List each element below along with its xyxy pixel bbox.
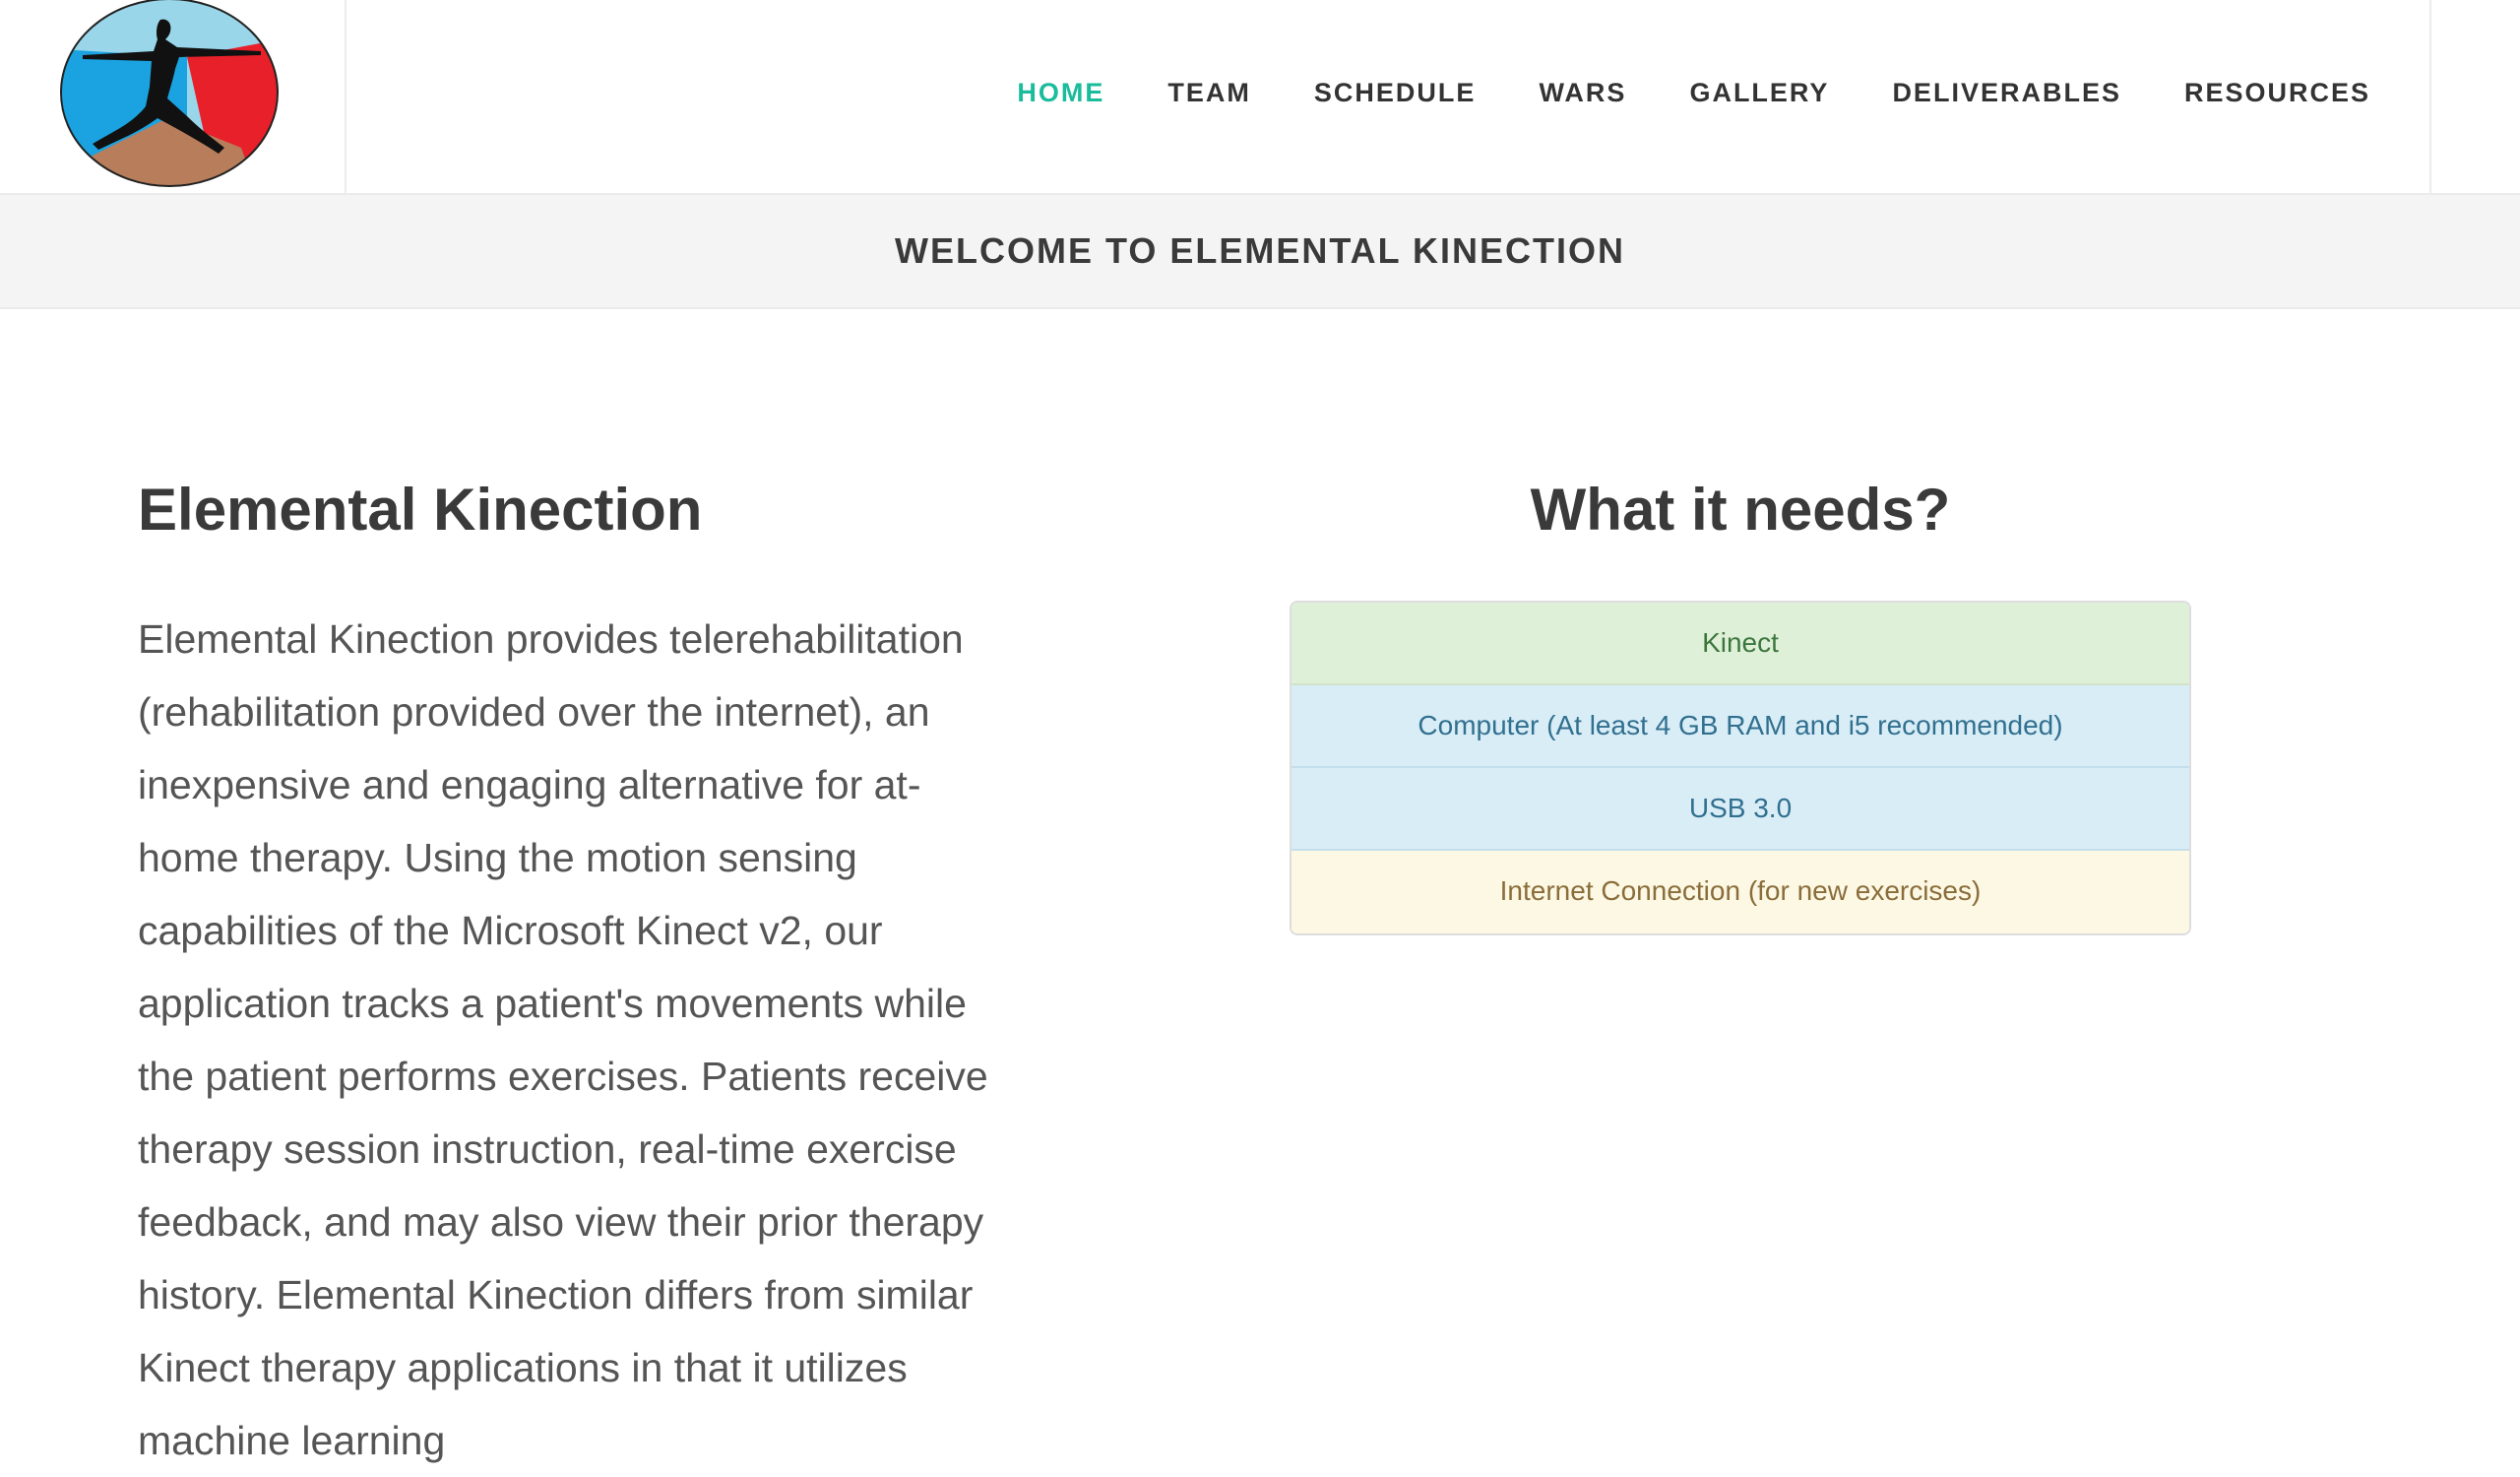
nav-item-resources[interactable]: RESOURCES xyxy=(2184,71,2370,114)
welcome-title: WELCOME TO ELEMENTAL KINECTION xyxy=(895,230,1625,271)
nav-item-schedule[interactable]: SCHEDULE xyxy=(1314,71,1477,114)
main-nav: HOME TEAM SCHEDULE WARS GALLERY DELIVERA… xyxy=(954,71,2370,114)
logo-icon[interactable] xyxy=(59,0,281,189)
requirements-heading: What it needs? xyxy=(1530,477,1951,543)
nav-item-team[interactable]: TEAM xyxy=(1167,71,1251,114)
header-divider xyxy=(2429,0,2431,193)
nav-item-gallery[interactable]: GALLERY xyxy=(1689,71,1829,114)
requirement-usb: USB 3.0 xyxy=(1292,768,2189,851)
requirements-section: What it needs? Kinect Computer (At least… xyxy=(1290,463,2191,935)
logo-container[interactable] xyxy=(0,0,346,193)
about-heading: Elemental Kinection xyxy=(138,477,703,543)
about-section: Elemental Kinection Elemental Kinection … xyxy=(138,463,1004,1477)
requirements-list: Kinect Computer (At least 4 GB RAM and i… xyxy=(1290,601,2191,935)
nav-item-home[interactable]: HOME xyxy=(1017,71,1104,114)
nav-item-deliverables[interactable]: DELIVERABLES xyxy=(1892,71,2121,114)
welcome-banner: WELCOME TO ELEMENTAL KINECTION xyxy=(0,193,2520,309)
requirement-kinect: Kinect xyxy=(1292,603,2189,685)
requirement-computer: Computer (At least 4 GB RAM and i5 recom… xyxy=(1292,685,2189,768)
nav-item-wars[interactable]: WARS xyxy=(1539,71,1626,114)
about-body: Elemental Kinection provides telerehabil… xyxy=(138,616,988,1463)
site-header: HOME TEAM SCHEDULE WARS GALLERY DELIVERA… xyxy=(0,0,2520,193)
requirement-internet: Internet Connection (for new exercises) xyxy=(1292,851,2189,933)
